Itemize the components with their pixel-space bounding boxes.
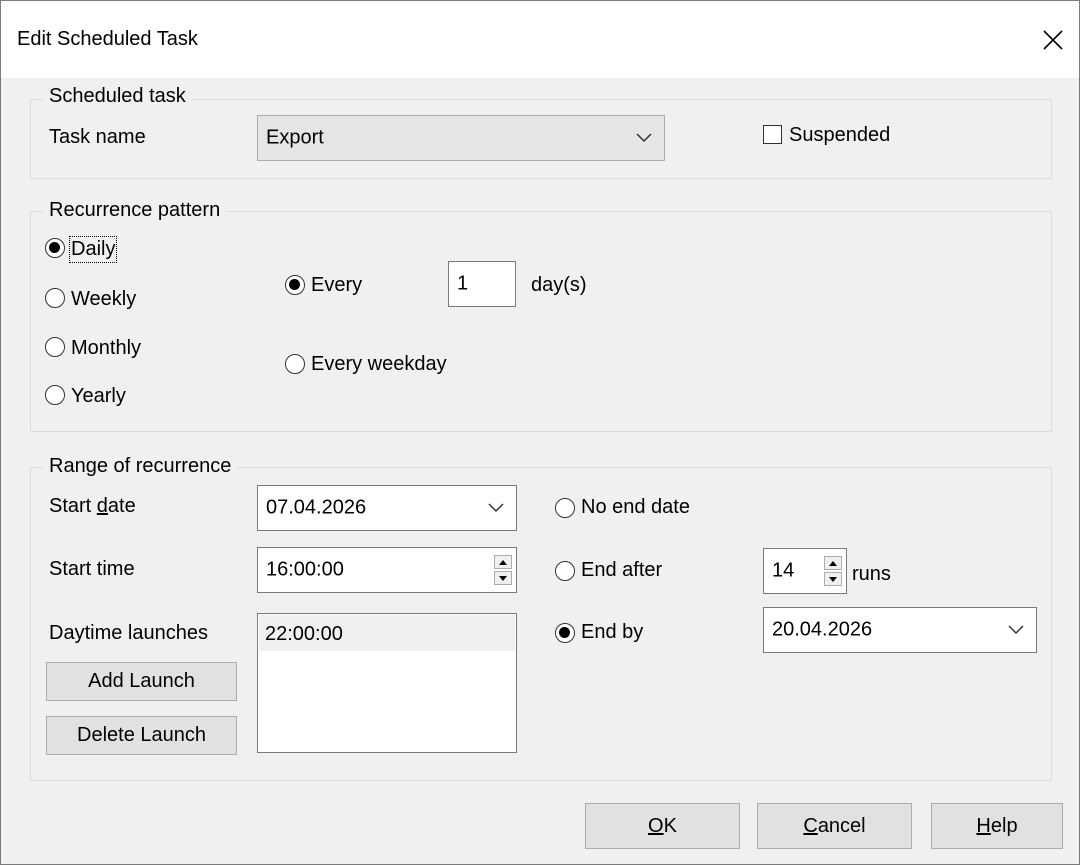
spin-down-icon[interactable] xyxy=(494,571,512,585)
scheduled-task-legend: Scheduled task xyxy=(43,85,192,108)
task-name-value: Export xyxy=(266,126,324,149)
task-name-select[interactable]: Export xyxy=(257,115,665,161)
add-launch-button[interactable]: Add Launch xyxy=(46,662,237,701)
every-days-value: 1 xyxy=(457,272,469,295)
spin-up-icon[interactable] xyxy=(494,555,512,569)
every-weekday-label[interactable]: Every weekday xyxy=(311,353,447,376)
daytime-launches-label: Daytime launches xyxy=(49,622,208,644)
start-time-spinner xyxy=(494,555,512,585)
weekly-label[interactable]: Weekly xyxy=(71,288,136,311)
runs-label: runs xyxy=(852,563,891,585)
end-by-radio[interactable] xyxy=(555,623,575,643)
end-by-label[interactable]: End by xyxy=(581,621,643,644)
suspended-checkbox[interactable] xyxy=(763,125,782,144)
start-date-label: Start date xyxy=(49,495,136,517)
list-item[interactable]: 22:00:00 xyxy=(259,615,515,651)
start-time-label: Start time xyxy=(49,558,135,580)
weekly-radio[interactable] xyxy=(45,288,65,308)
end-after-spinner xyxy=(824,556,842,586)
every-weekday-radio[interactable] xyxy=(285,354,305,374)
no-end-date-label[interactable]: No end date xyxy=(581,496,690,519)
spin-up-icon[interactable] xyxy=(824,556,842,570)
suspended-label[interactable]: Suspended xyxy=(789,124,890,147)
close-icon xyxy=(1043,30,1063,50)
end-after-label[interactable]: End after xyxy=(581,559,662,582)
task-name-label: Task name xyxy=(49,126,146,148)
delete-launch-button[interactable]: Delete Launch xyxy=(46,716,237,755)
chevron-down-icon[interactable] xyxy=(488,503,504,513)
every-days-input[interactable]: 1 xyxy=(448,261,516,307)
every-radio[interactable] xyxy=(285,275,305,295)
end-by-date-picker[interactable]: 20.04.2026 xyxy=(763,607,1037,653)
close-button[interactable] xyxy=(1029,19,1077,61)
daytime-launches-list[interactable]: 22:00:00 xyxy=(257,613,517,753)
end-after-input[interactable]: 14 xyxy=(763,548,847,594)
start-date-value: 07.04.2026 xyxy=(266,496,367,519)
days-label: day(s) xyxy=(531,274,587,296)
start-date-picker[interactable]: 07.04.2026 xyxy=(257,485,517,531)
recurrence-pattern-group xyxy=(30,211,1052,432)
cancel-button[interactable]: Cancel xyxy=(757,803,912,849)
end-after-value: 14 xyxy=(772,559,795,582)
ok-button[interactable]: OK xyxy=(585,803,740,849)
start-time-value: 16:00:00 xyxy=(266,558,344,581)
no-end-date-radio[interactable] xyxy=(555,498,575,518)
daily-radio[interactable] xyxy=(45,238,65,258)
spin-down-icon[interactable] xyxy=(824,572,842,586)
dialog-title: Edit Scheduled Task xyxy=(17,28,198,50)
end-after-radio[interactable] xyxy=(555,561,575,581)
chevron-down-icon[interactable] xyxy=(1008,625,1024,635)
yearly-radio[interactable] xyxy=(45,385,65,405)
title-bar: Edit Scheduled Task xyxy=(1,1,1079,78)
help-button[interactable]: Help xyxy=(931,803,1063,849)
yearly-label[interactable]: Yearly xyxy=(71,385,126,408)
recurrence-pattern-legend: Recurrence pattern xyxy=(43,199,227,222)
start-time-input[interactable]: 16:00:00 xyxy=(257,547,517,593)
every-label[interactable]: Every xyxy=(311,274,362,297)
edit-scheduled-task-dialog: Edit Scheduled Task Scheduled task Task … xyxy=(0,0,1080,865)
range-of-recurrence-legend: Range of recurrence xyxy=(43,455,238,478)
monthly-radio[interactable] xyxy=(45,337,65,357)
daily-label[interactable]: Daily xyxy=(68,236,118,263)
end-by-value: 20.04.2026 xyxy=(772,618,873,641)
chevron-down-icon xyxy=(636,133,652,143)
monthly-label[interactable]: Monthly xyxy=(71,337,141,360)
